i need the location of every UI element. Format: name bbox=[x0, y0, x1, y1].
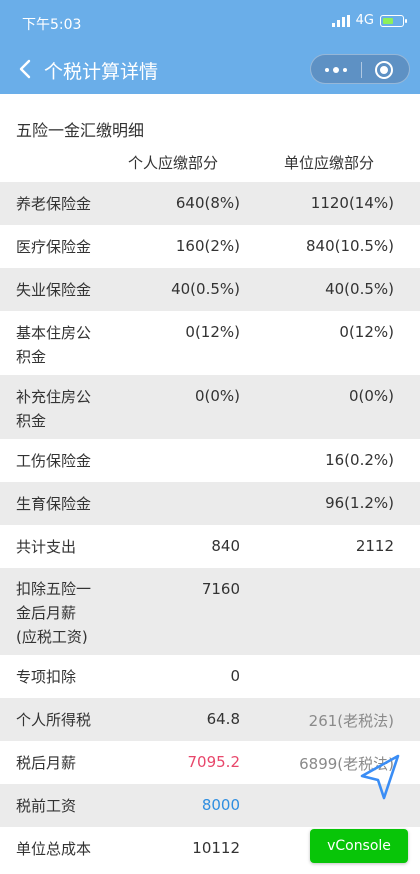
company-value: 840(10.5%) bbox=[306, 237, 394, 255]
company-value: 261(老税法) bbox=[308, 712, 394, 730]
battery-icon bbox=[380, 14, 407, 27]
status-time: 下午5:03 bbox=[22, 17, 82, 33]
row-label: 共计支出 bbox=[16, 538, 77, 556]
company-value: 40(0.5%) bbox=[325, 280, 394, 298]
row-maternity: 生育保险金 96(1.2%) bbox=[0, 482, 420, 525]
personal-value: 640(8%) bbox=[175, 194, 240, 212]
close-miniprogram-button[interactable] bbox=[359, 55, 409, 85]
row-housing-fund: 基本住房公 积金 0(12%) 0(12%) bbox=[0, 311, 420, 375]
row-medical: 医疗保险金 160(2%) 840(10.5%) bbox=[0, 225, 420, 268]
location-arrow-icon bbox=[360, 754, 400, 800]
personal-value: 64.8 bbox=[206, 710, 240, 728]
company-value: 2112 bbox=[355, 537, 394, 555]
company-value: 96(1.2%) bbox=[325, 494, 394, 512]
row-total: 共计支出 840 2112 bbox=[0, 525, 420, 568]
row-injury: 工伤保险金 16(0.2%) bbox=[0, 439, 420, 482]
row-label: 税后月薪 bbox=[16, 754, 77, 772]
row-label: 生育保险金 bbox=[16, 495, 92, 513]
network-label: 4G bbox=[355, 13, 374, 28]
personal-value: 160(2%) bbox=[175, 237, 240, 255]
personal-value: 840 bbox=[211, 537, 240, 555]
back-button[interactable] bbox=[10, 52, 40, 86]
company-value: 16(0.2%) bbox=[325, 451, 394, 469]
row-label: 医疗保险金 bbox=[16, 238, 92, 256]
row-unemployment: 失业保险金 40(0.5%) 40(0.5%) bbox=[0, 268, 420, 311]
row-label: 养老保险金 bbox=[16, 195, 92, 213]
row-special-deduction: 专项扣除 0 bbox=[0, 655, 420, 698]
miniprogram-capsule bbox=[310, 54, 410, 84]
section-title: 五险一金汇缴明细 bbox=[16, 121, 145, 140]
row-income-tax: 个人所得税 64.8 261(老税法) bbox=[0, 698, 420, 741]
chevron-left-icon bbox=[19, 59, 31, 79]
row-supplementary-fund: 补充住房公 积金 0(0%) 0(0%) bbox=[0, 375, 420, 439]
company-value: 0(0%) bbox=[348, 387, 394, 405]
status-icons: 4G bbox=[331, 13, 407, 28]
row-label: 失业保险金 bbox=[16, 281, 92, 299]
personal-value: 7160 bbox=[201, 580, 240, 598]
vconsole-button[interactable]: vConsole bbox=[310, 829, 408, 863]
row-label: 单位总成本 bbox=[16, 840, 92, 858]
row-label: 专项扣除 bbox=[16, 668, 77, 686]
personal-value: 10112 bbox=[192, 839, 240, 857]
nav-bar: 个税计算详情 bbox=[0, 44, 420, 94]
personal-value: 7095.2 bbox=[187, 753, 241, 771]
row-label: 扣除五险一 金后月薪 (应税工资) bbox=[16, 580, 92, 646]
personal-value: 0 bbox=[230, 667, 240, 685]
company-value: 0(12%) bbox=[339, 323, 394, 341]
status-bar: 下午5:03 4G bbox=[0, 0, 420, 44]
row-label: 补充住房公 积金 bbox=[16, 388, 92, 430]
target-circle-icon bbox=[375, 61, 393, 79]
signal-icon bbox=[331, 14, 350, 27]
personal-value: 0(0%) bbox=[194, 387, 240, 405]
column-header-personal: 个人应缴部分 bbox=[128, 154, 219, 172]
row-label: 工伤保险金 bbox=[16, 452, 92, 470]
more-dots-icon bbox=[325, 67, 347, 73]
personal-value: 0(12%) bbox=[185, 323, 240, 341]
row-label: 个人所得税 bbox=[16, 711, 92, 729]
row-label: 税前工资 bbox=[16, 797, 77, 815]
personal-value: 40(0.5%) bbox=[171, 280, 240, 298]
company-value: 1120(14%) bbox=[310, 194, 394, 212]
row-label: 基本住房公 积金 bbox=[16, 324, 92, 366]
row-taxable-salary: 扣除五险一 金后月薪 (应税工资) 7160 bbox=[0, 568, 420, 655]
column-header-company: 单位应缴部分 bbox=[284, 154, 375, 172]
page-title: 个税计算详情 bbox=[44, 61, 159, 83]
more-button[interactable] bbox=[311, 55, 361, 85]
row-pension: 养老保险金 640(8%) 1120(14%) bbox=[0, 182, 420, 225]
personal-value: 8000 bbox=[201, 796, 240, 814]
